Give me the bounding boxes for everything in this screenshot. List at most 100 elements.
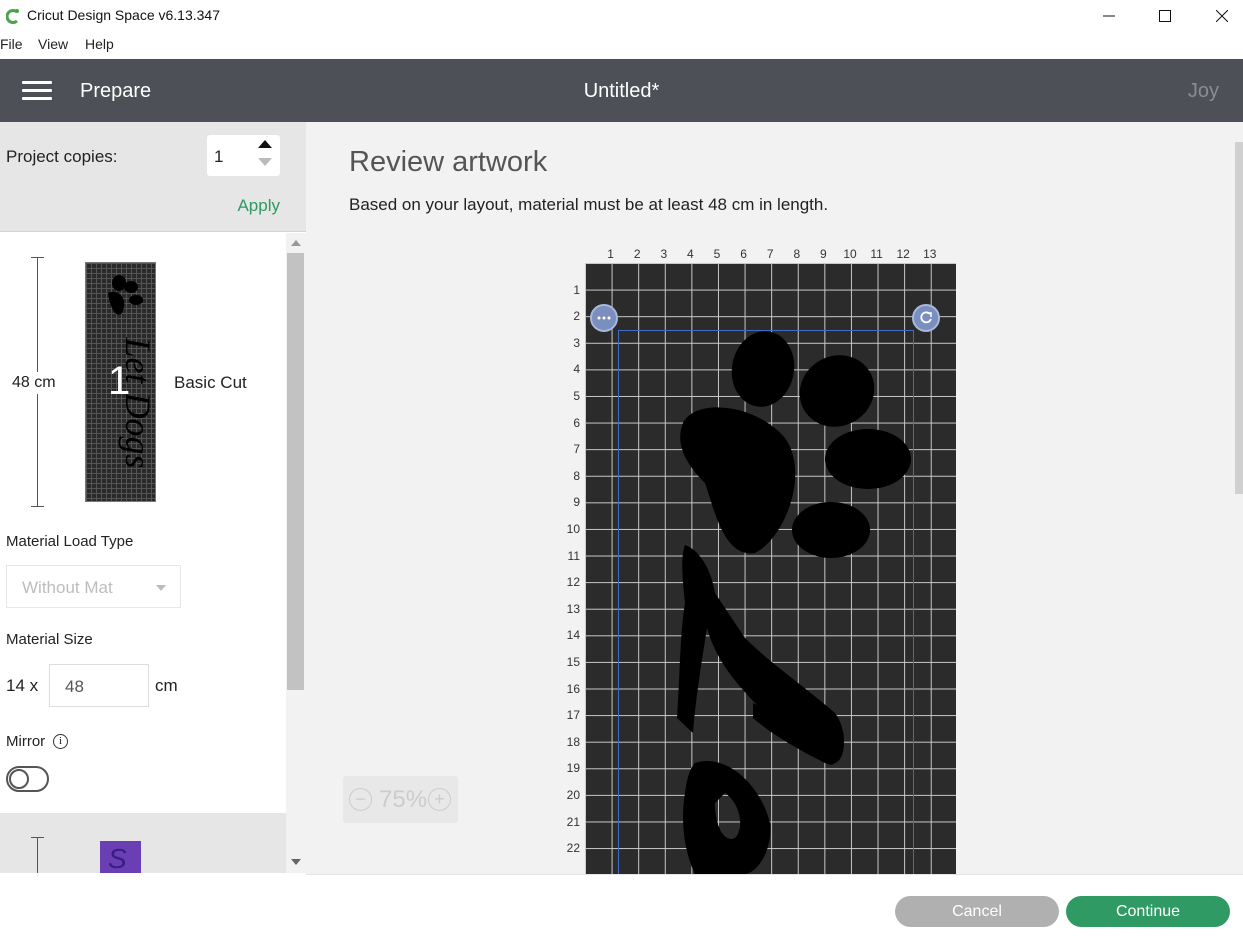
ruler-tick-label: 13 xyxy=(566,601,580,616)
scroll-down-icon[interactable] xyxy=(291,859,301,865)
close-icon xyxy=(1216,10,1228,22)
title-bar: Cricut Design Space v6.13.347 xyxy=(0,0,1243,32)
ruler-tick-label: 3 xyxy=(573,335,580,350)
ruler-tick-label: 5 xyxy=(713,247,721,261)
minimize-icon xyxy=(1103,15,1115,17)
material-load-type-label: Material Load Type xyxy=(6,533,134,550)
maximize-button[interactable] xyxy=(1142,0,1188,32)
mat-list: 48 cm Let Dogs 1 Basic Cut Material Load… xyxy=(0,233,306,873)
ruler-tick-label: 7 xyxy=(766,247,774,261)
ruler-tick-label: 10 xyxy=(843,247,857,261)
rotate-handle[interactable] xyxy=(912,304,940,332)
copies-label: Project copies: xyxy=(6,147,118,166)
continue-button[interactable]: Continue xyxy=(1066,896,1230,927)
ruler-tick-label: 11 xyxy=(567,548,580,563)
ruler-tick-label: 17 xyxy=(566,708,580,723)
mat-number: 1 xyxy=(108,359,131,403)
ruler-tick-label: 4 xyxy=(573,362,580,377)
maximize-icon xyxy=(1159,10,1171,22)
copies-value: 1 xyxy=(214,147,224,166)
design-text: S xyxy=(108,843,127,873)
project-copies-section: Project copies: 1 Apply xyxy=(0,122,306,232)
ruler-tick-label: 8 xyxy=(573,468,580,483)
machine-selector[interactable]: Joy xyxy=(1188,80,1219,103)
ruler-tick-label: 14 xyxy=(566,628,580,643)
cancel-button[interactable]: Cancel xyxy=(895,896,1059,927)
material-load-type-select[interactable]: Without Mat xyxy=(6,565,181,608)
ruler-tick-label: 5 xyxy=(573,389,580,403)
scroll-thumb[interactable] xyxy=(287,253,304,690)
chevron-down-icon xyxy=(156,585,166,591)
toggle-knob xyxy=(9,769,29,789)
ruler-tick-label: 8 xyxy=(793,247,801,261)
ruler-tick-label: 18 xyxy=(566,734,580,749)
ruler-tick-label: 15 xyxy=(566,655,580,669)
scroll-up-icon[interactable] xyxy=(291,240,301,246)
increment-icon[interactable] xyxy=(258,140,272,148)
copies-input[interactable]: 1 xyxy=(207,135,280,176)
material-length-input[interactable]: 48 xyxy=(49,664,149,707)
rotate-icon xyxy=(920,311,932,324)
ruler-tick-label: 20 xyxy=(566,788,580,802)
zoom-level: 75% xyxy=(379,786,428,813)
apply-button[interactable]: Apply xyxy=(237,196,280,216)
ruler-tick-label: 2 xyxy=(633,247,641,261)
review-title: Review artwork xyxy=(349,146,548,178)
ruler-tick-label: 9 xyxy=(820,247,827,261)
canvas-scrollbar[interactable] xyxy=(1235,142,1243,494)
material-size-unit: cm xyxy=(155,676,178,695)
menu-help[interactable]: Help xyxy=(85,36,114,52)
sidebar-scrollbar[interactable] xyxy=(286,233,306,873)
ruler-tick-label: 9 xyxy=(573,495,580,510)
mat-sidebar: Project copies: 1 Apply 48 cm Let Dogs 1… xyxy=(0,122,306,939)
ruler-tick-label: 2 xyxy=(573,309,580,324)
more-icon xyxy=(597,316,611,320)
mirror-toggle[interactable] xyxy=(6,766,49,792)
ruler-tick-label: 13 xyxy=(923,247,937,261)
ruler-tick-label: 19 xyxy=(566,761,580,776)
ruler-tick-label: 12 xyxy=(566,575,580,590)
cricut-logo-icon xyxy=(6,9,19,24)
menu-view[interactable]: View xyxy=(38,36,68,52)
ruler-tick-label: 10 xyxy=(566,522,580,536)
ruler-tick-label: 11 xyxy=(870,247,883,261)
ruler-tick-label: 22 xyxy=(566,841,580,856)
ruler-vertical: 1 2 3 4 5 6 7 8 9 10 11 12 13 14 15 16 17 18 19 20 21 22 xyxy=(558,264,584,874)
ruler-tick-label: 12 xyxy=(896,247,910,261)
document-title: Untitled* xyxy=(583,80,660,102)
ruler-horizontal: 1 2 3 4 5 6 7 8 9 10 11 12 13 xyxy=(584,244,956,261)
mat-list-item[interactable]: S xyxy=(0,813,286,873)
minimize-button[interactable] xyxy=(1086,0,1132,32)
material-width-label: 14 x xyxy=(6,676,39,695)
design-artwork[interactable] xyxy=(585,263,956,874)
load-type-value: Without Mat xyxy=(22,578,113,597)
ruler-tick-label: 6 xyxy=(740,247,747,261)
window-title: Cricut Design Space v6.13.347 xyxy=(27,7,220,23)
ruler-tick-label: 3 xyxy=(660,247,668,261)
zoom-control: − 75% + xyxy=(343,776,458,823)
ruler-tick-label: 16 xyxy=(566,681,580,696)
zoom-in-button[interactable]: + xyxy=(428,788,451,811)
zoom-out-button[interactable]: − xyxy=(349,788,372,811)
ruler-tick-label: 6 xyxy=(573,415,580,430)
mirror-label: Mirror xyxy=(6,733,46,750)
decrement-icon[interactable] xyxy=(258,158,272,166)
ruler-tick-label: 1 xyxy=(607,247,614,261)
ruler-tick-label: 4 xyxy=(687,247,694,261)
ruler-tick-label: 21 xyxy=(566,814,580,829)
material-size-label: Material Size xyxy=(6,631,93,648)
info-icon[interactable]: i xyxy=(53,734,68,749)
more-options-handle[interactable] xyxy=(590,304,618,332)
footer-bar: Cancel Continue xyxy=(306,874,1243,939)
menu-file[interactable]: File xyxy=(0,36,23,52)
ruler-tick-label: 7 xyxy=(573,442,580,457)
canvas-area: Review artwork Based on your layout, mat… xyxy=(306,122,1243,874)
close-button[interactable] xyxy=(1199,0,1243,32)
ruler-tick-label: 1 xyxy=(573,282,580,297)
mat-length-label: 48 cm xyxy=(8,372,60,394)
app-header: Prepare Untitled* Joy xyxy=(0,59,1243,122)
mat-thumbnail[interactable]: S xyxy=(100,841,141,873)
mat-canvas[interactable] xyxy=(585,263,956,874)
review-subtitle: Based on your layout, material must be a… xyxy=(349,195,829,214)
material-length-value: 48 xyxy=(65,677,84,696)
